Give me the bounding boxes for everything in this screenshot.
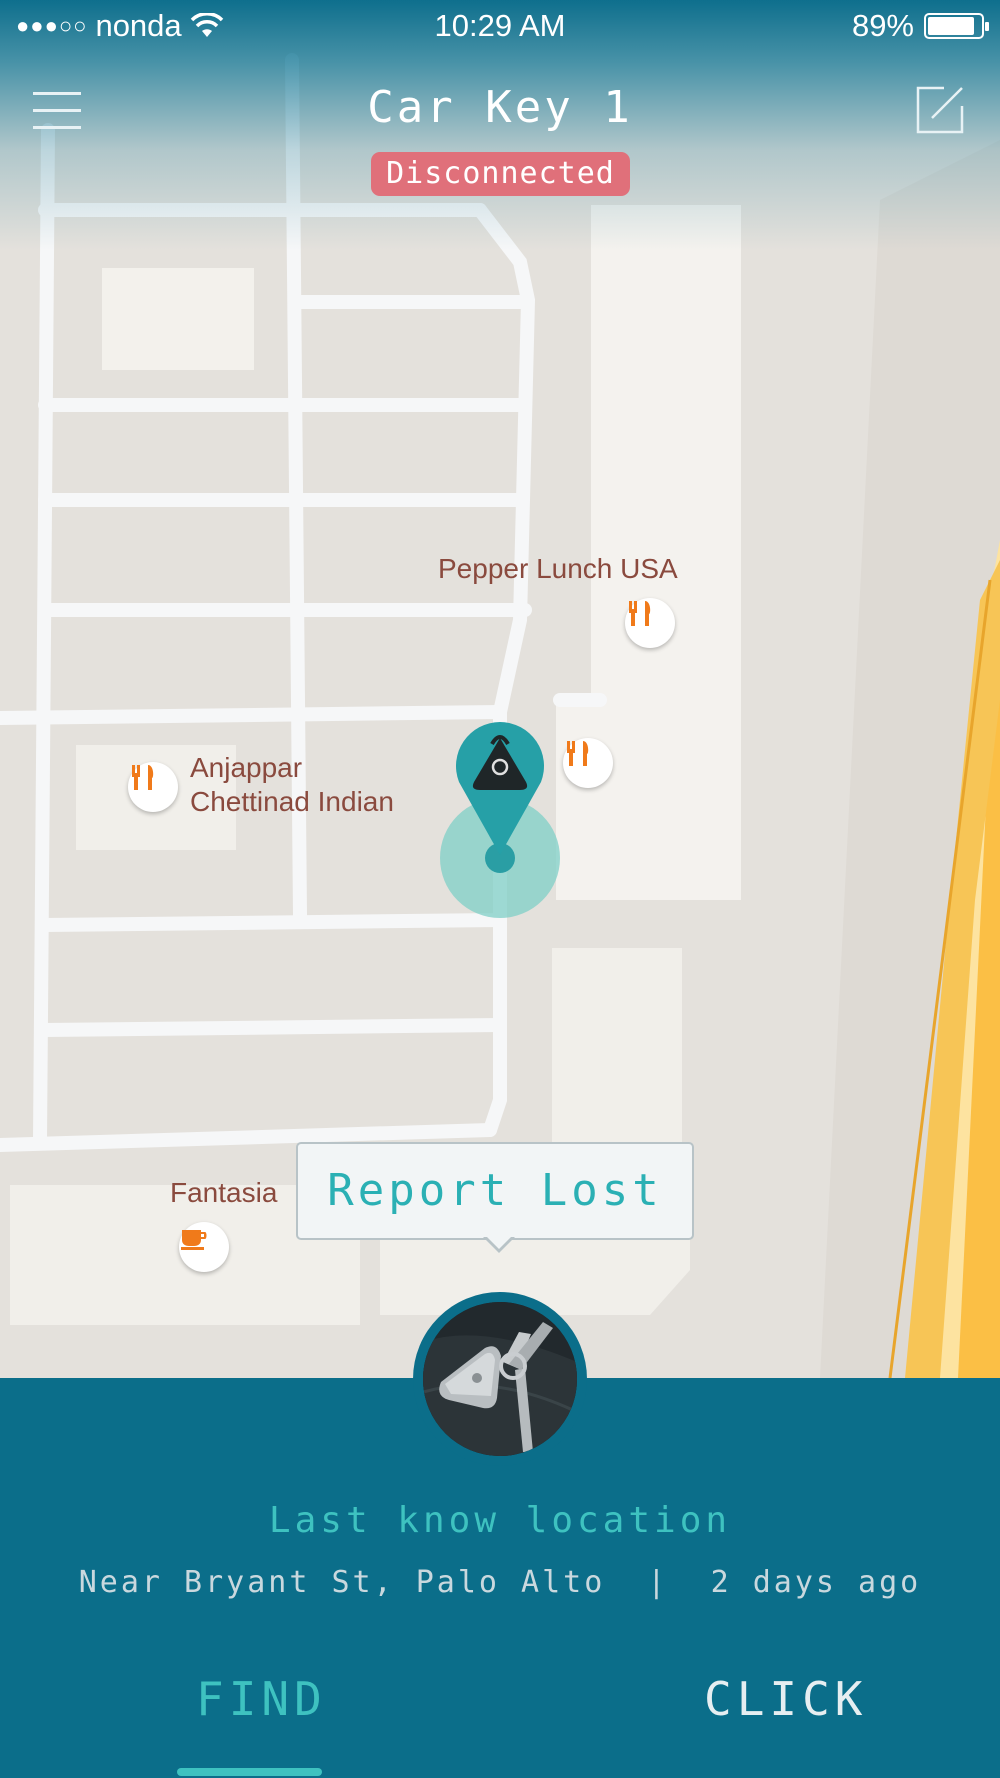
map-view[interactable]: Pepper Lunch USA Anjappar Chettinad Indi… — [0, 0, 1000, 1378]
place-label-pepper-lunch[interactable]: Pepper Lunch USA — [438, 552, 678, 586]
restaurant-icon[interactable] — [625, 598, 675, 648]
report-lost-tail-fill — [486, 1236, 512, 1249]
location-info: Near Bryant St, Palo Alto | 2 days ago — [0, 1565, 1000, 1600]
location-text: Near Bryant St, Palo Alto — [78, 1565, 606, 1600]
active-tab-indicator — [177, 1768, 322, 1776]
time-ago: 2 days ago — [710, 1565, 922, 1600]
separator: | — [647, 1565, 669, 1600]
tab-click[interactable]: CLICK — [704, 1672, 867, 1726]
tab-find[interactable]: FIND — [196, 1672, 327, 1726]
device-photo — [423, 1302, 577, 1456]
connection-status-badge: Disconnected — [371, 152, 630, 196]
device-photo-avatar[interactable] — [413, 1292, 587, 1466]
status-right: 89% — [851, 8, 989, 44]
page-title: Car Key 1 — [367, 82, 633, 133]
restaurant-icon[interactable] — [128, 762, 178, 812]
place-label-fantasia[interactable]: Fantasia — [170, 1176, 277, 1210]
battery-fill — [928, 17, 974, 35]
report-lost-button[interactable]: Report Lost — [296, 1142, 694, 1240]
clock: 10:29 AM — [434, 8, 566, 43]
battery-percent: 89% — [851, 8, 914, 43]
battery-icon — [924, 13, 989, 39]
app-screen: Pepper Lunch USA Anjappar Chettinad Indi… — [0, 0, 1000, 1778]
tracker-location-pin-icon[interactable] — [440, 722, 560, 922]
place-label-anjappar[interactable]: Anjappar Chettinad Indian — [190, 751, 394, 819]
last-known-heading: Last know location — [268, 1500, 732, 1541]
restaurant-icon[interactable] — [563, 738, 613, 788]
cafe-icon[interactable] — [179, 1222, 229, 1272]
status-bar: ●●●○○ nonda 10:29 AM 89% — [0, 0, 1000, 52]
edit-square-icon[interactable] — [916, 86, 964, 134]
